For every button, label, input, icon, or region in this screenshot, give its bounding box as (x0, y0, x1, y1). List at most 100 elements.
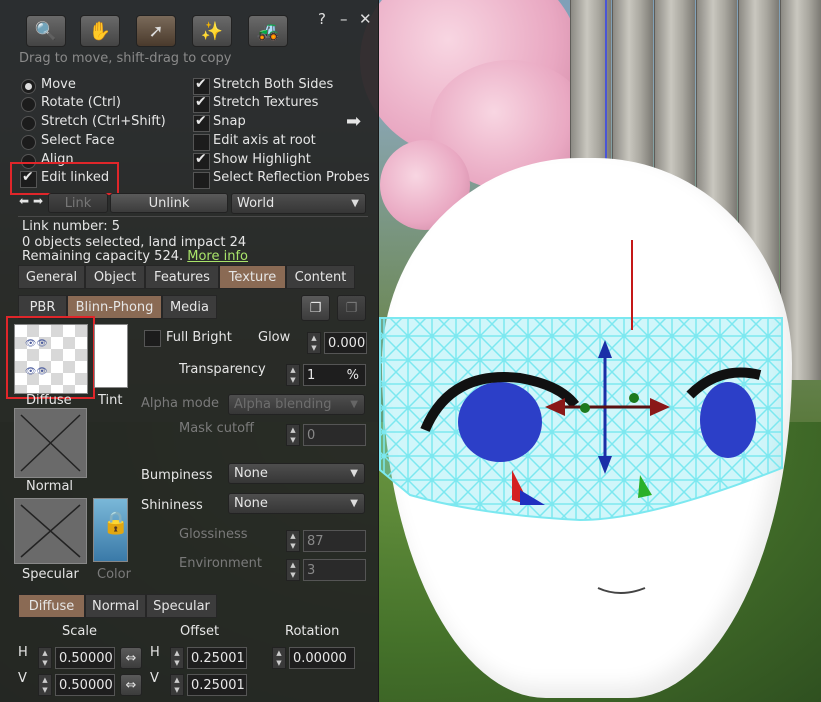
stretch-textures-label: Stretch Textures (213, 95, 319, 110)
transparency-value: 1 (307, 367, 316, 383)
mask-cutoff-input[interactable]: 0 (303, 424, 366, 446)
environment-input[interactable]: 3 (303, 559, 366, 581)
land-tool-button[interactable]: 🚜 (248, 15, 288, 47)
shininess-value: None (234, 496, 268, 511)
chevron-down-icon: ▼ (350, 498, 358, 509)
specular-texture-swatch[interactable] (14, 498, 87, 564)
stretch-both-sides-checkbox[interactable] (193, 76, 210, 95)
left-eye (458, 382, 542, 462)
alpha-mode-label: Alpha mode (141, 396, 219, 411)
normal-texture-swatch[interactable] (14, 408, 87, 478)
rotation-input[interactable]: 0.00000 (289, 647, 355, 669)
scale-v-input[interactable]: 0.50000 (55, 674, 115, 696)
highlight-box-edit-linked (10, 162, 119, 195)
transparency-unit: % (346, 367, 359, 383)
link-number-text: Link number: 5 (22, 219, 121, 234)
specular-label: Specular (22, 567, 79, 582)
transparency-input[interactable]: 1% (303, 364, 366, 386)
flip-h-button[interactable]: ⇔ (120, 647, 142, 669)
mask-cutoff-spinner[interactable]: ▲ ▼ (286, 424, 300, 446)
offset-h-input[interactable]: 0.25001 (187, 647, 247, 669)
arrow-icon: ➚ (148, 20, 164, 42)
scale-v-spinner[interactable]: ▲ ▼ (38, 674, 52, 696)
show-highlight-checkbox[interactable] (193, 151, 210, 170)
paste-params-button[interactable]: ❐ (337, 295, 366, 321)
specular-color-swatch[interactable]: 🔒 (93, 498, 129, 562)
scale-h-input[interactable]: 0.50000 (55, 647, 115, 669)
tab-content[interactable]: Content (286, 265, 355, 289)
rotation-label: Rotation (285, 624, 340, 639)
rotation-spinner[interactable]: ▲ ▼ (272, 647, 286, 669)
transparency-spinner[interactable]: ▲ ▼ (286, 364, 300, 386)
minimize-icon[interactable]: – (340, 10, 348, 28)
radio-stretch-label: Stretch (Ctrl+Shift) (41, 114, 166, 129)
tint-color-swatch[interactable] (94, 324, 128, 388)
focus-tool-button[interactable]: 🔍 (26, 15, 66, 47)
glossiness-input[interactable]: 87 (303, 530, 366, 552)
environment-label: Environment (179, 556, 263, 571)
tab-object[interactable]: Object (85, 265, 145, 289)
snap-options-arrow-icon[interactable]: ➡ (346, 111, 361, 132)
copy-params-button[interactable]: ❐ (301, 295, 330, 321)
edit-axis-root-label: Edit axis at root (213, 133, 316, 148)
bumpiness-label: Bumpiness (141, 468, 213, 483)
create-tool-button[interactable]: ✨ (192, 15, 232, 47)
color-label: Color (97, 567, 131, 582)
tab-map-diffuse[interactable]: Diffuse (18, 594, 85, 618)
alpha-mode-dropdown[interactable]: Alpha blending ▼ (228, 394, 365, 415)
offset-v-spinner[interactable]: ▲ ▼ (170, 674, 184, 696)
chevron-down-icon: ▼ (350, 399, 358, 410)
tab-features[interactable]: Features (145, 265, 219, 289)
tab-map-specular[interactable]: Specular (146, 594, 217, 618)
edit-tool-button[interactable]: ➚ (136, 15, 176, 47)
glow-input[interactable]: 0.000 (324, 332, 367, 354)
no-texture-icon (20, 414, 81, 472)
shininess-dropdown[interactable]: None ▼ (228, 493, 365, 514)
highlight-box-diffuse (6, 316, 95, 399)
transparency-label: Transparency (179, 362, 266, 377)
paste-icon: ❐ (345, 300, 358, 316)
link-button[interactable]: Link (48, 193, 108, 213)
build-floater[interactable]: 🔍 ✋ ➚ ✨ 🚜 ? – ✕ Drag to move, shift-drag… (0, 0, 379, 702)
capacity-text: Remaining capacity 524. More info (22, 249, 248, 264)
glow-spinner[interactable]: ▲ ▼ (307, 332, 321, 354)
close-icon[interactable]: ✕ (359, 10, 372, 28)
ruler-mode-dropdown[interactable]: World ▼ (231, 193, 366, 214)
radio-rotate[interactable] (21, 97, 36, 112)
glossiness-label: Glossiness (179, 527, 248, 542)
tab-texture[interactable]: Texture (219, 265, 286, 289)
link-next-arrow-icon[interactable]: ➡ (33, 194, 43, 208)
full-bright-label: Full Bright (166, 330, 232, 345)
shininess-label: Shininess (141, 498, 203, 513)
tab-media[interactable]: Media (162, 295, 217, 319)
bumpiness-dropdown[interactable]: None ▼ (228, 463, 365, 484)
offset-label: Offset (180, 624, 220, 639)
tab-map-normal[interactable]: Normal (85, 594, 146, 618)
offset-v-input[interactable]: 0.25001 (187, 674, 247, 696)
stretch-textures-checkbox[interactable] (193, 94, 210, 113)
full-bright-checkbox[interactable] (144, 330, 161, 347)
radio-select-face[interactable] (21, 135, 36, 150)
select-reflection-probes-checkbox[interactable] (193, 172, 210, 189)
edit-axis-root-checkbox[interactable] (193, 134, 210, 151)
tint-label: Tint (98, 393, 123, 408)
radio-stretch[interactable] (21, 116, 36, 131)
more-info-link[interactable]: More info (187, 249, 248, 264)
help-icon[interactable]: ? (318, 10, 326, 28)
ruler-mode-value: World (237, 196, 275, 211)
scale-h-spinner[interactable]: ▲ ▼ (38, 647, 52, 669)
show-highlight-label: Show Highlight (213, 152, 311, 167)
snap-checkbox[interactable] (193, 113, 210, 132)
unlink-button[interactable]: Unlink (110, 193, 228, 213)
flip-v-button[interactable]: ⇔ (120, 674, 142, 696)
copy-icon: ❐ (309, 300, 322, 316)
selection-info-text: 0 objects selected, land impact 24 (22, 235, 247, 250)
tab-general[interactable]: General (18, 265, 85, 289)
glossiness-spinner[interactable]: ▲ ▼ (286, 530, 300, 552)
environment-spinner[interactable]: ▲ ▼ (286, 559, 300, 581)
scale-h-label: H (18, 645, 28, 660)
radio-move[interactable] (21, 79, 36, 94)
move-tool-button[interactable]: ✋ (80, 15, 120, 47)
link-prev-arrow-icon[interactable]: ⬅ (19, 194, 29, 208)
offset-h-spinner[interactable]: ▲ ▼ (170, 647, 184, 669)
